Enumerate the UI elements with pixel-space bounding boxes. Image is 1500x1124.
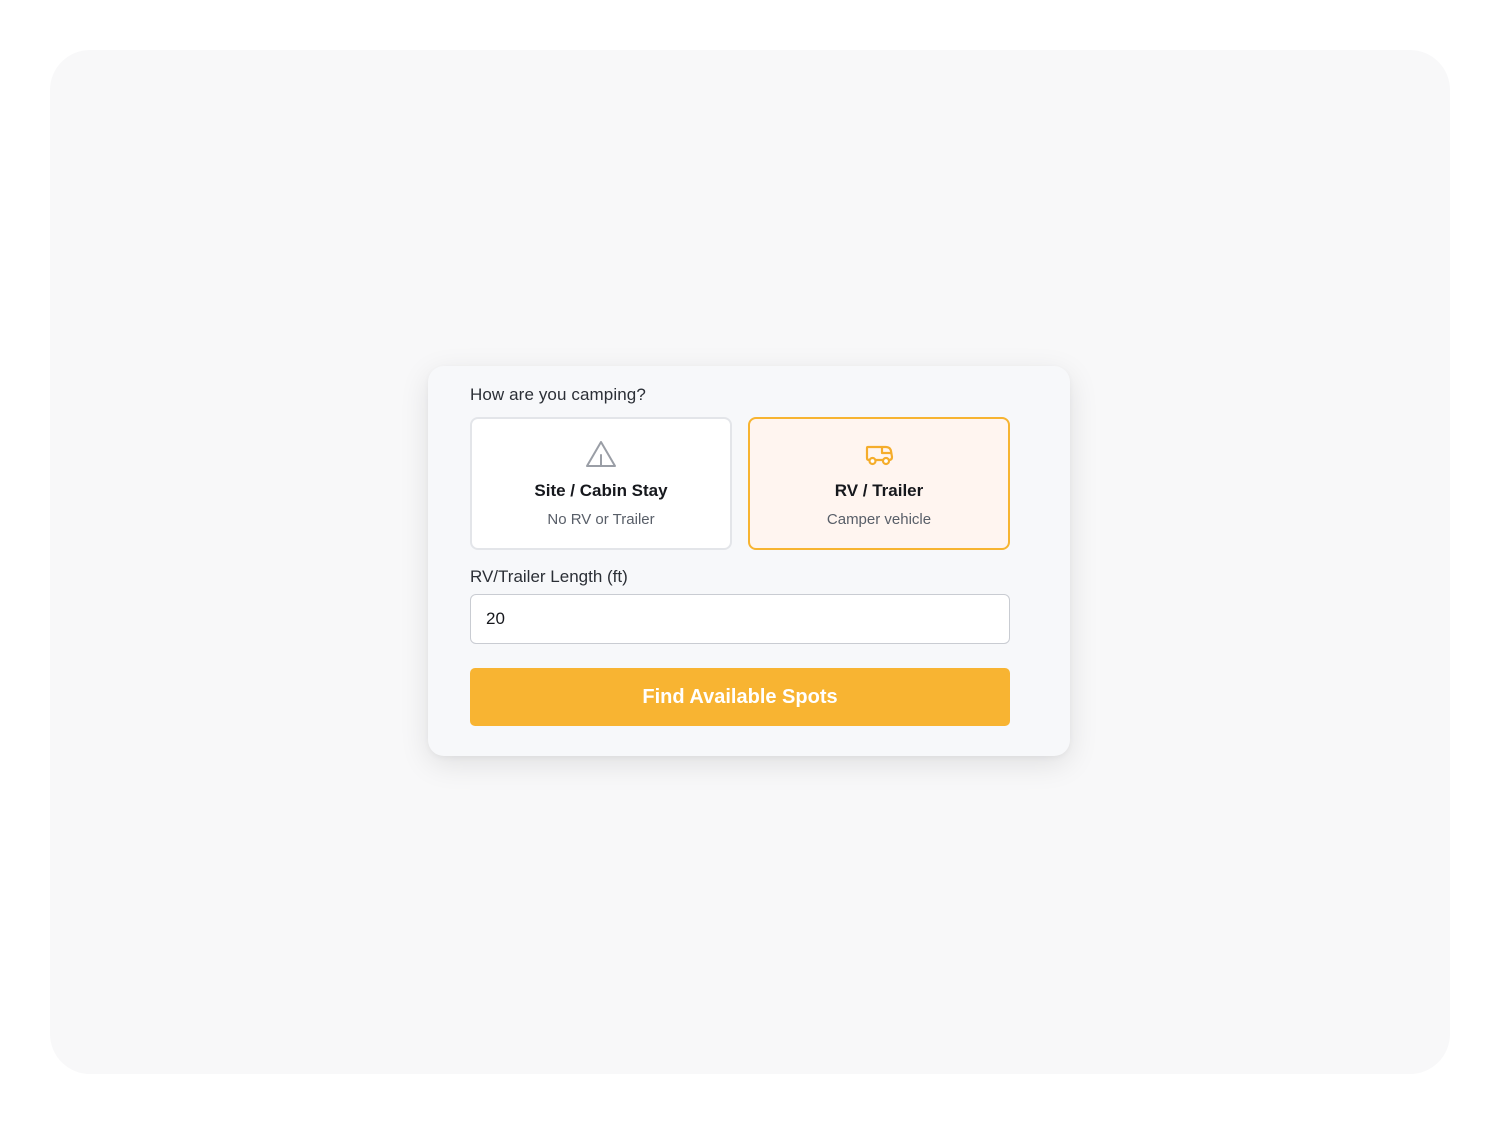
camping-type-question: How are you camping?	[470, 385, 646, 404]
find-available-spots-button[interactable]: Find Available Spots	[470, 668, 1010, 726]
option-title: RV / Trailer	[834, 481, 924, 500]
camping-type-options: Site / Cabin Stay No RV or Trailer RV / …	[470, 417, 1010, 550]
tent-icon	[584, 439, 618, 469]
camping-form-card: How are you camping? Site / Cabin Stay N…	[428, 366, 1070, 756]
rv-icon	[862, 439, 896, 469]
option-title: Site / Cabin Stay	[534, 481, 668, 500]
option-site-cabin-stay[interactable]: Site / Cabin Stay No RV or Trailer	[470, 417, 732, 550]
page-background: How are you camping? Site / Cabin Stay N…	[50, 50, 1450, 1074]
rv-length-input[interactable]	[470, 594, 1010, 644]
option-rv-trailer[interactable]: RV / Trailer Camper vehicle	[748, 417, 1010, 550]
option-subtitle: Camper vehicle	[826, 511, 932, 528]
option-subtitle: No RV or Trailer	[547, 511, 655, 528]
rv-length-label: RV/Trailer Length (ft)	[470, 567, 628, 586]
